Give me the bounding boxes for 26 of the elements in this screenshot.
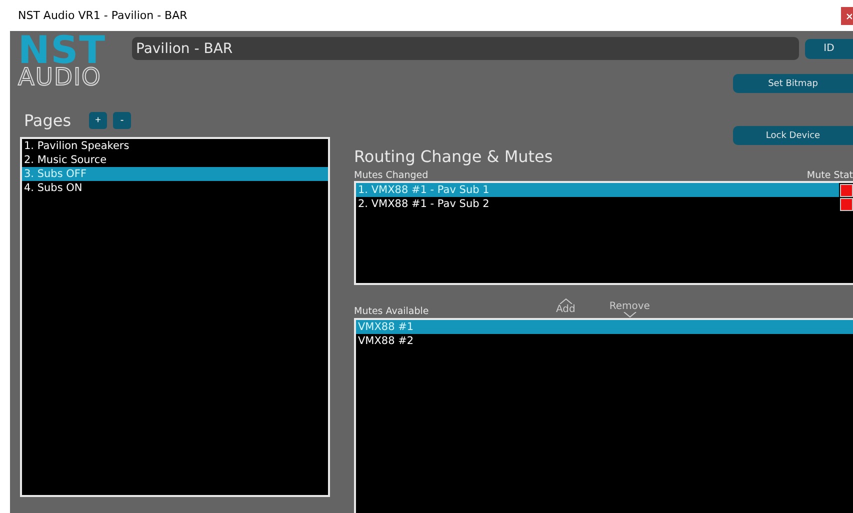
lock-device-button[interactable]: Lock Device bbox=[733, 126, 853, 145]
chevron-up-icon bbox=[558, 298, 573, 304]
add-page-button[interactable]: + bbox=[89, 112, 108, 129]
page-item[interactable]: 2. Music Source bbox=[22, 152, 328, 167]
close-button[interactable] bbox=[841, 6, 853, 24]
mutes-available-label: Mutes Available bbox=[354, 306, 430, 317]
mutes-changed-label: Mutes Changed bbox=[354, 170, 428, 181]
add-button[interactable]: Add bbox=[556, 298, 576, 315]
mute-state-label: Mute Stat bbox=[806, 170, 853, 181]
page-item[interactable]: 1. Pavilion Speakers bbox=[22, 138, 328, 153]
mute-state-indicator[interactable] bbox=[840, 184, 853, 196]
set-bitmap-button[interactable]: Set Bitmap bbox=[733, 74, 853, 93]
chevron-down-icon bbox=[622, 312, 637, 318]
logo: NST AUDIO bbox=[18, 33, 108, 89]
available-item[interactable]: VMX88 #2 bbox=[356, 334, 853, 348]
close-icon bbox=[846, 12, 852, 20]
pages-label: Pages bbox=[24, 110, 72, 130]
device-name-field[interactable]: Pavilion - BAR bbox=[132, 37, 799, 60]
remove-button[interactable]: Remove bbox=[609, 301, 650, 318]
mute-state-indicator[interactable] bbox=[840, 198, 853, 210]
section-title: Routing Change & Mutes bbox=[354, 147, 554, 166]
page-item[interactable]: 4. Subs ON bbox=[22, 180, 328, 195]
mute-item[interactable]: 2. VMX88 #1 - Pav Sub 2 bbox=[356, 197, 839, 211]
remove-page-button[interactable]: - bbox=[113, 112, 132, 129]
window-title: NST Audio VR1 - Pavilion - BAR bbox=[18, 9, 188, 22]
id-button[interactable]: ID bbox=[805, 38, 853, 58]
